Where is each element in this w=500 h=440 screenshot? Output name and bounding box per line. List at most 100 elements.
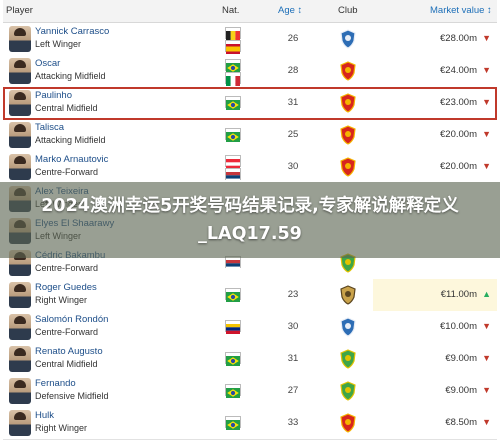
player-name-link[interactable]: Fernando — [35, 378, 76, 389]
flag-it-icon — [225, 72, 241, 86]
table-row[interactable]: Hulk Right Winger 33 €8.50m ▼ — [3, 407, 497, 440]
market-value-cell: €8.50m ▼ — [373, 407, 497, 439]
market-value-cell: €23.00m ▼ — [373, 87, 497, 119]
player-avatar[interactable] — [9, 90, 31, 116]
table-row[interactable]: Salomón Rondón Centre-Forward 30 €10.00m ▼ — [3, 311, 497, 344]
flag-be-icon — [225, 27, 241, 41]
blue-crest-icon[interactable] — [339, 29, 357, 49]
flag-br-icon — [225, 416, 241, 430]
player-age: 30 — [287, 161, 299, 172]
player-age: 23 — [287, 289, 299, 300]
trend-down-icon: ▼ — [482, 65, 491, 75]
player-name-link[interactable]: Paulinho — [35, 90, 72, 101]
flag-br-icon — [225, 352, 241, 366]
player-age: 26 — [287, 33, 299, 44]
market-value[interactable]: €11.00m — [441, 289, 477, 300]
market-value[interactable]: €10.00m — [440, 321, 477, 332]
market-value-cell: €11.00m ▲ — [373, 279, 497, 311]
player-position: Central Midfield — [35, 359, 98, 369]
header-age-sort[interactable]: Age ↕ — [278, 0, 302, 22]
header-player: Player — [6, 5, 33, 16]
player-age: 31 — [287, 97, 299, 108]
table-row[interactable]: Yannick Carrasco Left Winger 26 €28.00m ▼ — [3, 23, 497, 56]
player-age: 27 — [287, 385, 299, 396]
player-avatar[interactable] — [9, 410, 31, 436]
player-position: Left Winger — [35, 39, 82, 49]
table-row[interactable]: Oscar Attacking Midfield 28 €24.00m ▼ — [3, 55, 497, 88]
player-position: Centre-Forward — [35, 327, 99, 337]
player-position: Attacking Midfield — [35, 71, 106, 81]
player-name-link[interactable]: Renato Augusto — [35, 346, 103, 357]
flag-rs-icon — [225, 168, 241, 182]
player-position: Centre-Forward — [35, 263, 99, 273]
market-value[interactable]: €9.00m — [445, 353, 477, 364]
red-crest-icon[interactable] — [339, 93, 357, 113]
table-row[interactable]: Marko Arnautovic Centre-Forward 30 €20.00m ▼ — [3, 151, 497, 184]
market-value-cell: €9.00m ▼ — [373, 343, 497, 375]
table-row[interactable]: Paulinho Central Midfield 31 €23.00m ▼ — [3, 87, 497, 120]
player-name-link[interactable]: Oscar — [35, 58, 60, 69]
flag-br-icon — [225, 128, 241, 142]
flag-es-icon — [225, 40, 241, 54]
market-value-cell: €24.00m ▼ — [373, 55, 497, 87]
player-name-link[interactable]: Talisca — [35, 122, 64, 133]
player-avatar[interactable] — [9, 122, 31, 148]
trend-down-icon: ▼ — [482, 129, 491, 139]
market-value[interactable]: €28.00m — [440, 33, 477, 44]
table-header: Player Nat. Age ↕ Club Market value ↕ — [3, 0, 497, 23]
player-age: 33 — [287, 417, 299, 428]
green-crest-icon[interactable] — [339, 381, 357, 401]
trend-down-icon: ▼ — [482, 385, 491, 395]
trend-down-icon: ▼ — [482, 321, 491, 331]
header-market-value-sort[interactable]: Market value ↕ — [430, 0, 492, 22]
player-position: Central Midfield — [35, 103, 98, 113]
red-crest-icon[interactable] — [339, 413, 357, 433]
red-crest-icon[interactable] — [339, 125, 357, 145]
trend-down-icon: ▼ — [482, 33, 491, 43]
market-value-cell: €20.00m ▼ — [373, 119, 497, 151]
player-avatar[interactable] — [9, 282, 31, 308]
player-avatar[interactable] — [9, 58, 31, 84]
player-age: 31 — [287, 353, 299, 364]
player-avatar[interactable] — [9, 346, 31, 372]
market-value-cell: €10.00m ▼ — [373, 311, 497, 343]
player-avatar[interactable] — [9, 154, 31, 180]
market-value-cell: €28.00m ▼ — [373, 23, 497, 55]
player-name-link[interactable]: Salomón Rondón — [35, 314, 108, 325]
flag-at-icon — [225, 155, 241, 169]
market-value[interactable]: €23.00m — [440, 97, 477, 108]
market-value[interactable]: €8.50m — [445, 417, 477, 428]
red-crest-icon[interactable] — [339, 157, 357, 177]
market-value-cell: €20.00m ▼ — [373, 151, 497, 183]
flag-br-icon — [225, 59, 241, 73]
header-nationality: Nat. — [222, 5, 240, 16]
player-position: Centre-Forward — [35, 167, 99, 177]
gold-crest-icon[interactable] — [339, 285, 357, 305]
red-crest-icon[interactable] — [339, 61, 357, 81]
table-row[interactable]: Talisca Attacking Midfield 25 €20.00m ▼ — [3, 119, 497, 152]
player-avatar[interactable] — [9, 26, 31, 52]
green-crest-icon[interactable] — [339, 349, 357, 369]
table-row[interactable]: Renato Augusto Central Midfield 31 €9.00m ▼ — [3, 343, 497, 376]
flag-ve-icon — [225, 320, 241, 334]
trend-up-icon: ▲ — [482, 289, 491, 299]
blue-crest-icon[interactable] — [339, 317, 357, 337]
player-age: 25 — [287, 129, 299, 140]
player-avatar[interactable] — [9, 314, 31, 340]
market-value-cell: €9.00m ▼ — [373, 375, 497, 407]
player-position: Right Winger — [35, 295, 88, 305]
trend-down-icon: ▼ — [482, 97, 491, 107]
market-value[interactable]: €24.00m — [440, 65, 477, 76]
player-name-link[interactable]: Roger Guedes — [35, 282, 97, 293]
player-name-link[interactable]: Marko Arnautovic — [35, 154, 108, 165]
flag-br-icon — [225, 288, 241, 302]
table-row[interactable]: Fernando Defensive Midfield 27 €9.00m ▼ — [3, 375, 497, 408]
player-name-link[interactable]: Hulk — [35, 410, 54, 421]
player-avatar[interactable] — [9, 378, 31, 404]
market-value[interactable]: €9.00m — [445, 385, 477, 396]
market-value[interactable]: €20.00m — [440, 129, 477, 140]
table-row[interactable]: Roger Guedes Right Winger 23 €11.00m ▲ — [3, 279, 497, 312]
market-value[interactable]: €20.00m — [440, 161, 477, 172]
header-club: Club — [338, 5, 358, 16]
player-name-link[interactable]: Yannick Carrasco — [35, 26, 109, 37]
